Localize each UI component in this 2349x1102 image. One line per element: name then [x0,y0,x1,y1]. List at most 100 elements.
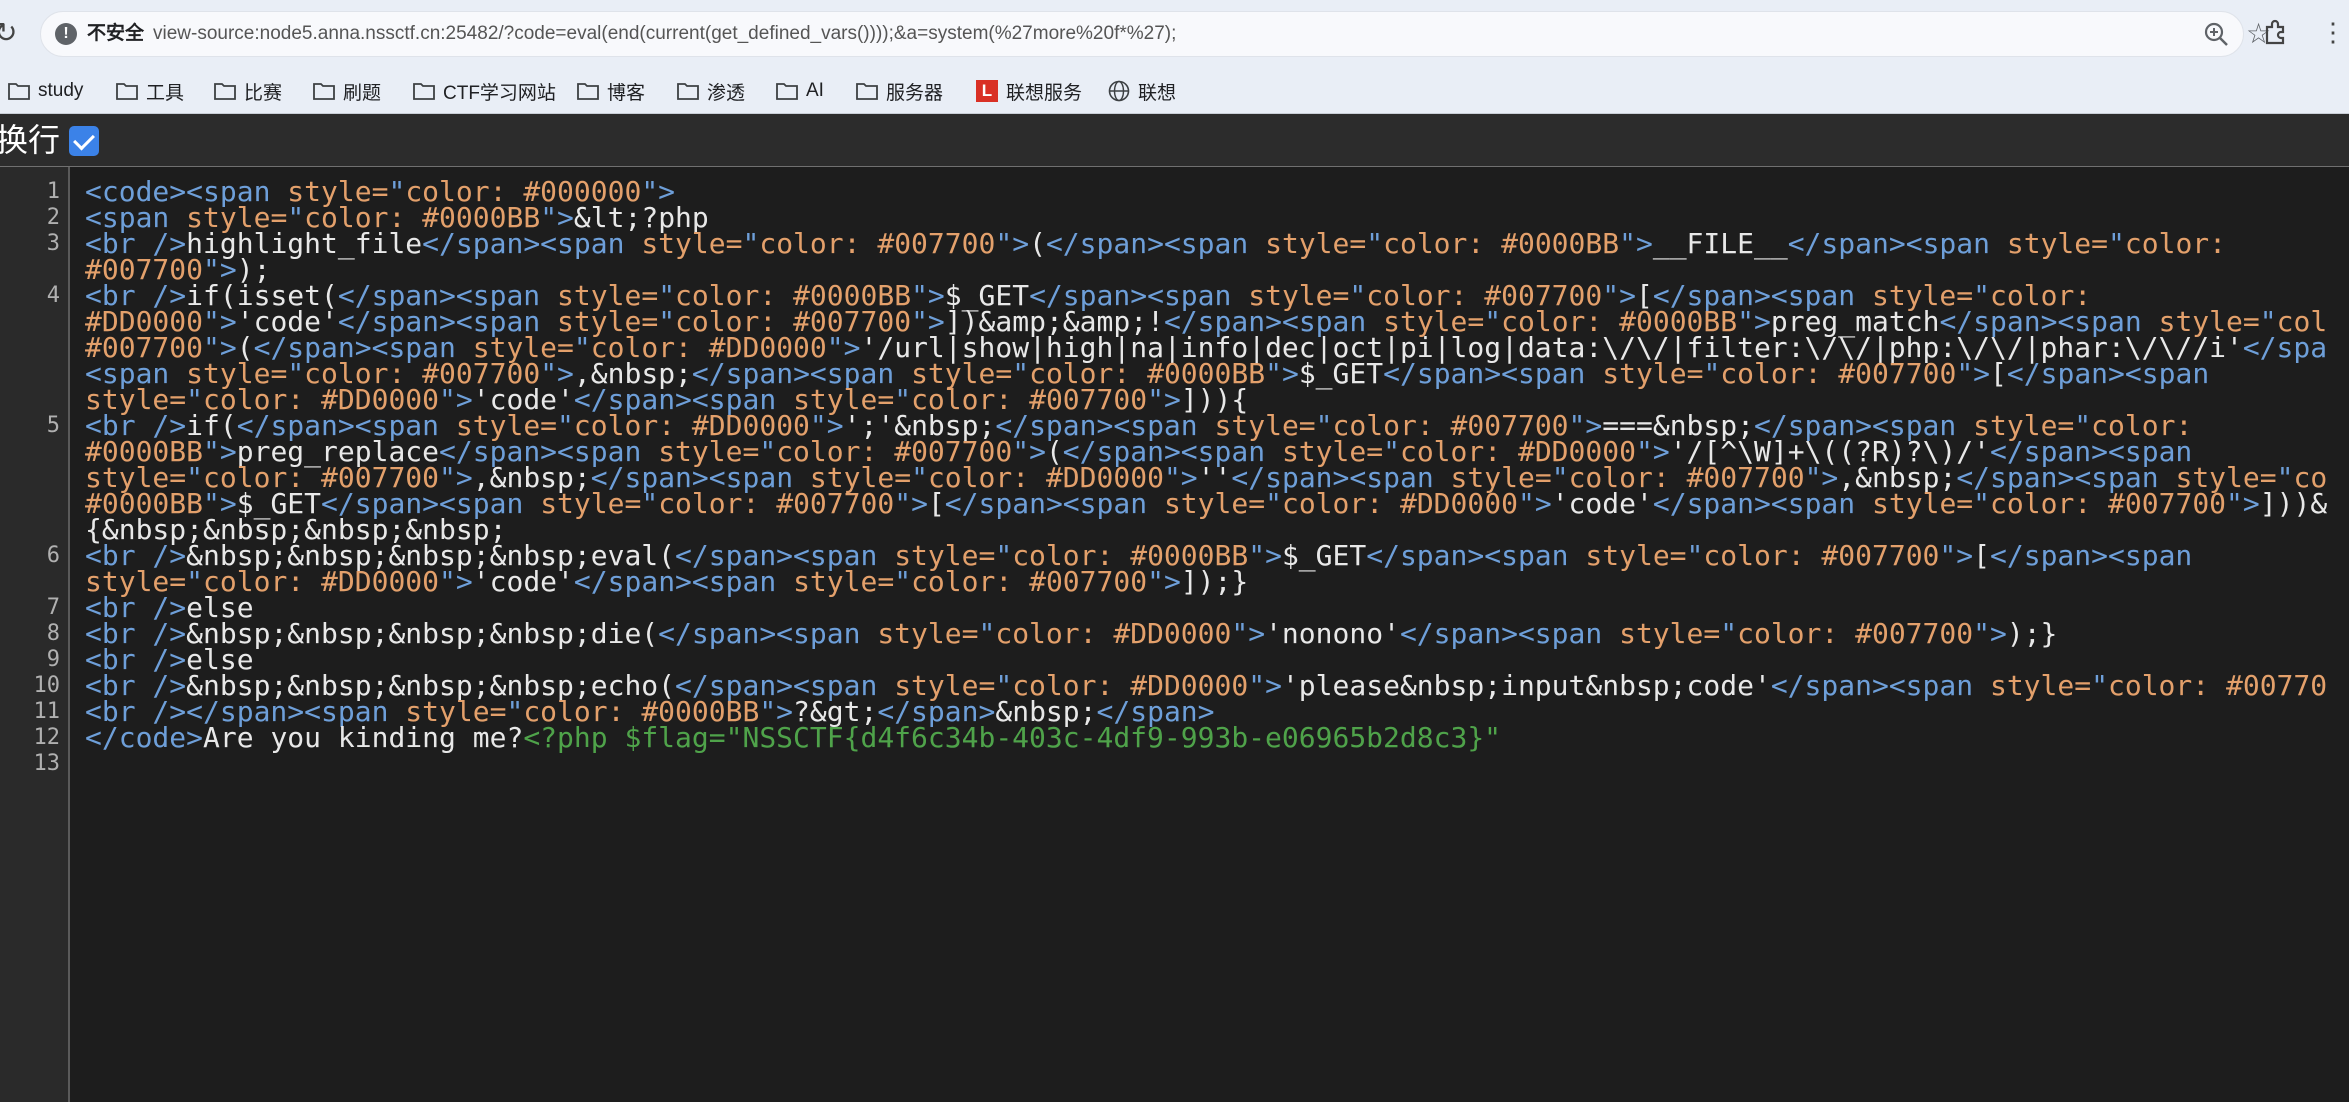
code-token: "> [1265,357,1299,390]
bookmark-lenovo[interactable]: 联想 [1108,75,1176,107]
bookmarks-bar: study 工具 比赛 刷题 CTF学习网站 博客 渗透 AI 服务器 L 联想… [0,69,2349,114]
bookmark-study[interactable]: study [8,75,83,107]
browser-toolbar: ↻ ! 不安全 view-source:node5.anna.nssctf.cn… [0,0,2349,69]
globe-icon [1108,80,1130,102]
code-token: $_GET [1281,539,1367,572]
folder-icon [116,83,138,100]
code-token: __FILE__ [1652,227,1788,260]
code-token: </span><span [422,227,642,260]
code-token: " [1703,357,1721,390]
code-token: color: #00770 [2107,669,2328,702]
code-token: </span><span [1990,539,2193,572]
warning-icon[interactable]: ! [55,23,77,45]
code-token: 'code' [472,565,574,598]
code-token: color: #007700 [1720,357,1957,390]
code-token: style= [1265,227,1367,260]
code-token: color: #DD0000 [1281,487,1518,520]
bookmark-contests[interactable]: 比赛 [214,75,282,107]
code-token: style= [1602,357,1704,390]
code-token: ]))& [2259,487,2328,520]
code-token: style= [540,487,642,520]
lenovo-app-icon: L [976,80,998,102]
folder-icon [577,83,599,100]
folder-icon [677,83,699,100]
code-token: "> [1973,617,2007,650]
code-token: " [1265,487,1282,520]
zoom-icon[interactable] [2203,21,2229,47]
code-token: " [1973,487,1991,520]
line-number: 3 [46,231,60,256]
code-token: style= [877,617,979,650]
bookmark-blog[interactable]: 博客 [577,75,645,107]
code-token: "> [1619,227,1653,260]
code-token: color: [2124,227,2227,260]
source-line: <br />&nbsp;&nbsp;&nbsp;&nbsp;die(</span… [85,614,2057,653]
url-text[interactable]: view-source:node5.anna.nssctf.cn:25482/?… [153,22,1176,46]
view-source-toolbar: 换行 [0,114,2349,167]
code-token: " [1366,227,1384,260]
bookmark-servers[interactable]: 服务器 [856,75,943,107]
bookmark-pentest[interactable]: 渗透 [677,75,745,107]
code-token: style= [2006,227,2109,260]
code-token: "> [1231,617,1266,650]
code-token: <?php $flag="NSSCTF{d4f6c34b-403c-4df9-9… [523,721,1502,754]
folder-icon [856,83,878,100]
bookmark-ctf-sites[interactable]: CTF学习网站 [413,75,556,107]
bookmark-lenovo-service[interactable]: L 联想服务 [976,75,1082,107]
address-bar[interactable]: ! 不安全 view-source:node5.anna.nssctf.cn:2… [40,11,2271,57]
security-label[interactable]: 不安全 [87,22,144,46]
bookmark-label: 博客 [607,82,646,104]
code-token: </spa [2242,331,2328,364]
bookmark-label: AI [806,80,824,101]
folder-icon [413,83,435,100]
bookmark-ai[interactable]: AI [776,75,824,107]
code-token: " [978,617,996,650]
code-token: "> [995,227,1030,260]
bookmark-label: 渗透 [707,82,746,104]
bookmark-tools[interactable]: 工具 [116,75,184,107]
code-token: 'please&nbsp;input&nbsp;code' [1281,669,1771,702]
code-token: color: #007700 [1990,487,2227,520]
reload-icon[interactable]: ↻ [0,18,24,48]
bookmark-label: 联想 [1138,82,1177,104]
code-token: $_GET [1298,357,1384,390]
code-token: "> [1147,565,1181,598]
code-token: [ [927,487,945,520]
line-wrap-checkbox[interactable] [69,126,99,156]
code-token: ( [1029,227,1046,260]
code-token: ]);} [1180,565,1249,598]
code-token: 'nonono' [1265,617,1400,650]
code-token: style= [641,227,743,260]
code-token: color: #0000BB [1383,227,1620,260]
code-token: </span><span [1399,617,1620,650]
code-token: </span><span [658,617,878,650]
code-token: "> [894,487,928,520]
line-number: 13 [33,751,61,776]
code-token: "> [2226,487,2260,520]
code-token: &nbsp;&nbsp;&nbsp;&nbsp;die( [186,617,659,650]
bookmark-practice[interactable]: 刷题 [313,75,381,107]
code-token: color: #007700 [911,565,1148,598]
code-token: " [641,487,659,520]
line-wrap-label: 换行 [0,122,61,158]
bookmark-label: 工具 [146,82,185,104]
code-token: 'code' [1551,487,1653,520]
code-token: style= [1585,539,1687,572]
code-token: </span><span [1652,487,1873,520]
code-token: </span><span [1366,539,1586,572]
code-token: [ [1973,539,1990,572]
code-token: );} [2006,617,2058,650]
folder-icon [776,83,798,100]
code-token: color: #007700 [759,227,996,260]
extensions-icon[interactable] [2262,18,2290,46]
source-line: </code>Are you kinding me?<?php $flag="N… [85,718,1501,757]
code-token: "> [1939,539,1974,572]
code-token: " [742,227,760,260]
code-token: </code> [85,721,204,754]
menu-icon[interactable]: ⋮ [2320,18,2346,46]
code-token: " [1720,617,1738,650]
code-token: " [2091,669,2108,702]
code-token: " [894,565,912,598]
code-token: </span><span [573,565,794,598]
source-line: <br />highlight_file</span><span style="… [85,224,2226,263]
